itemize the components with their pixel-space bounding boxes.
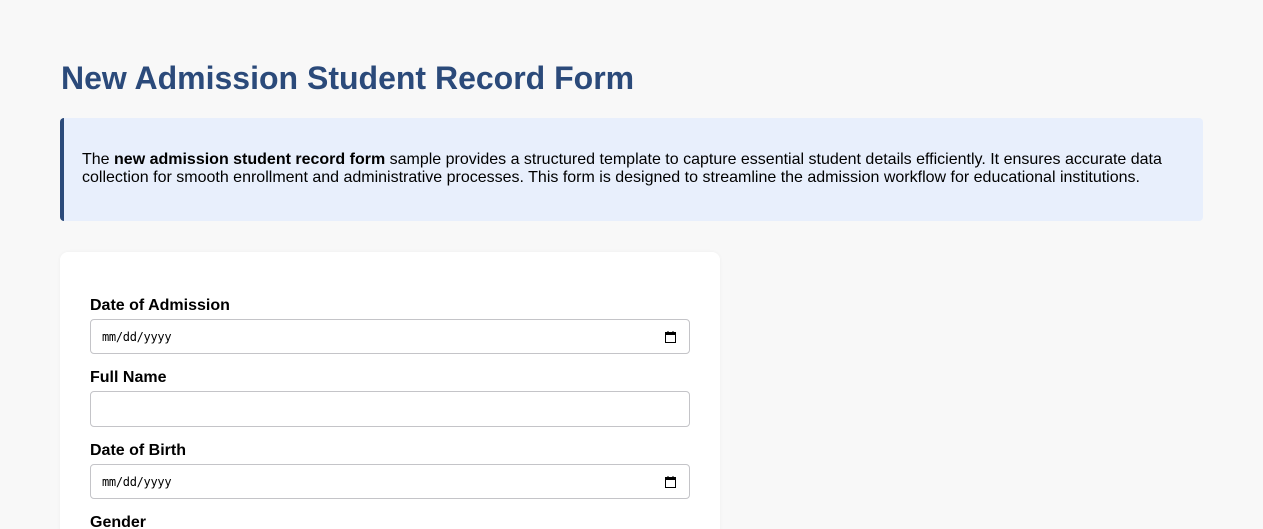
date-of-admission-label: Date of Admission: [90, 297, 230, 314]
page-title: New Admission Student Record Form: [61, 60, 635, 96]
intro-emphasis: new admission student record form: [114, 151, 386, 168]
full-name-label: Full Name: [90, 369, 167, 386]
date-of-admission-input[interactable]: mm/dd/yyyy: [90, 319, 690, 354]
date-of-birth-label: Date of Birth: [90, 442, 186, 459]
page: New Admission Student Record Form The ne…: [0, 0, 1263, 529]
intro-prefix: The: [82, 151, 115, 168]
full-name-input[interactable]: [90, 391, 690, 427]
date-of-admission-placeholder: mm/dd/yyyy: [102, 330, 172, 344]
date-of-birth-placeholder: mm/dd/yyyy: [102, 475, 172, 489]
gender-label: Gender: [90, 514, 147, 529]
form-card: Date of Admission mm/dd/yyyy Full Name D…: [60, 252, 720, 529]
calendar-icon[interactable]: [665, 331, 676, 343]
calendar-icon[interactable]: [665, 476, 676, 488]
date-of-birth-input[interactable]: mm/dd/yyyy: [90, 464, 690, 499]
intro-box: The new admission student record form sa…: [60, 118, 1203, 221]
